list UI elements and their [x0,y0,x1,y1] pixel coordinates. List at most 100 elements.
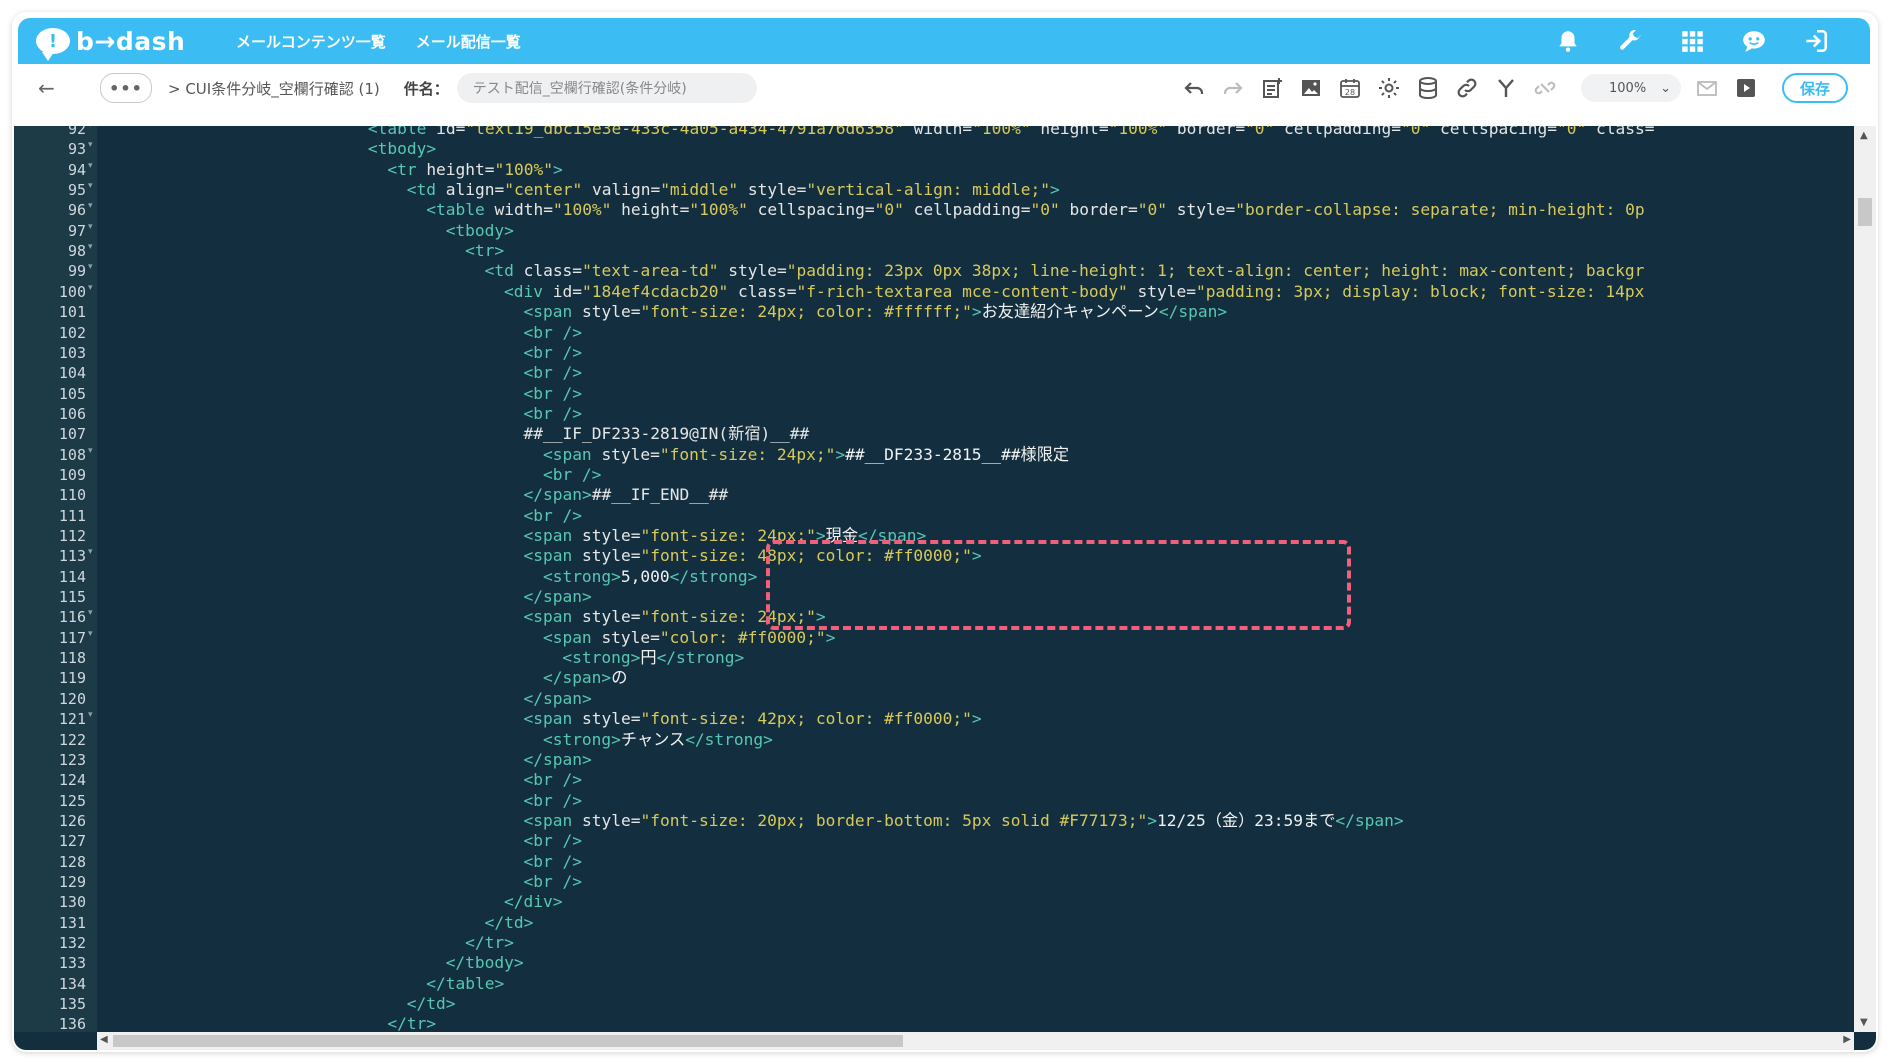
logout-icon[interactable] [1802,27,1830,55]
nav-mail-delivery[interactable]: メール配信一覧 [416,31,521,52]
scroll-left-icon[interactable]: ◀ [100,1034,108,1045]
bell-icon[interactable] [1554,27,1582,55]
code-line[interactable]: <br /> [524,852,582,872]
code-line[interactable]: <div id="184ef4cdacb20" class="f-rich-te… [504,282,1644,302]
code-token: <span [523,302,582,322]
code-line[interactable]: <table id="text19_dbc15e3e-433c-4a05-a43… [368,126,1655,139]
fold-toggle-icon[interactable]: ▾ [88,181,93,191]
mail-icon[interactable] [1694,75,1720,101]
code-line[interactable]: <tbody> [368,139,436,159]
database-icon[interactable] [1415,75,1441,101]
code-line[interactable]: </span> [524,689,592,709]
code-token: style= [1127,281,1197,301]
vertical-scroll-thumb[interactable] [1858,198,1872,226]
code-line[interactable]: <span style="font-size: 24px;"> [524,607,826,627]
wrench-icon[interactable] [1616,27,1644,55]
add-content-icon[interactable] [1259,75,1285,101]
code-line[interactable]: <tbody> [446,221,514,241]
gear-icon[interactable] [1376,75,1402,101]
link-icon[interactable] [1454,75,1480,101]
back-arrow-icon[interactable]: ← [38,76,60,100]
code-line[interactable]: <br /> [524,404,582,424]
code-line[interactable]: <strong>円</strong> [562,648,744,668]
code-line[interactable]: </div> [504,892,562,912]
fold-toggle-icon[interactable]: ▾ [88,161,93,171]
unlink-icon[interactable] [1532,75,1558,101]
fold-toggle-icon[interactable]: ▾ [88,446,93,456]
fold-toggle-icon[interactable]: ▾ [88,126,93,130]
code-line[interactable]: <tr height="100%"> [387,160,562,180]
image-icon[interactable] [1298,75,1324,101]
horizontal-scrollbar[interactable]: ◀ ▶ [97,1032,1854,1050]
fold-toggle-icon[interactable]: ▾ [88,262,93,272]
code-line[interactable]: <span style="font-size: 24px;">##__DF233… [543,445,1069,465]
code-token: "0" [1030,200,1060,220]
code-line[interactable]: <td align="center" valign="middle" style… [407,180,1060,200]
logo[interactable]: ! b→dash [36,27,206,61]
code-token: お友達紹介キャンペーン [981,302,1159,322]
vertical-scrollbar[interactable]: ▲ ▼ [1854,126,1876,1032]
code-line[interactable]: <span style="font-size: 24px; color: #ff… [524,302,1228,322]
code-line[interactable]: </tr> [387,1014,436,1032]
code-line[interactable]: <span style="color: #ff0000;"> [543,628,835,648]
fold-toggle-icon[interactable]: ▾ [88,140,93,150]
code-content[interactable]: <table id="text19_dbc15e3e-433c-4a05-a43… [97,126,1846,1032]
zoom-select[interactable]: 100% ⌄ [1581,74,1681,102]
code-line[interactable]: <br /> [524,831,582,851]
code-line[interactable]: </span> [524,750,592,770]
save-button[interactable]: 保存 [1782,73,1848,103]
fold-toggle-icon[interactable]: ▾ [88,629,93,639]
code-line[interactable]: <br /> [524,323,582,343]
scroll-right-icon[interactable]: ▶ [1843,1034,1851,1045]
code-line[interactable]: <table width="100%" height="100%" cellsp… [426,200,1644,220]
code-line[interactable]: </td> [485,913,534,933]
code-line[interactable]: <span style="font-size: 42px; color: #ff… [524,709,982,729]
code-line[interactable]: </span>##__IF_END__## [524,485,729,505]
code-line[interactable]: <br /> [524,770,582,790]
code-line[interactable]: <br /> [524,791,582,811]
code-line[interactable]: <strong>5,000</strong> [543,567,757,587]
code-line[interactable]: </span>の [543,668,627,688]
code-line[interactable]: <tr> [465,241,504,261]
subject-input[interactable] [456,73,757,103]
code-line[interactable]: <strong>チャンス</strong> [543,730,773,750]
nav-mail-contents[interactable]: メールコンテンツ一覧 [236,31,386,52]
scroll-up-icon[interactable]: ▲ [1860,130,1868,141]
calendar-icon[interactable]: 28 [1337,75,1363,101]
code-line[interactable]: <br /> [524,872,582,892]
fold-toggle-icon[interactable]: ▾ [88,710,93,720]
line-number: 112 [58,527,86,545]
support-chat-icon[interactable] [1740,27,1768,55]
code-line[interactable]: <span style="font-size: 20px; border-bot… [524,811,1404,831]
fold-toggle-icon[interactable]: ▾ [88,242,93,252]
code-line[interactable]: <td class="text-area-td" style="padding:… [485,261,1645,281]
branch-icon[interactable] [1493,75,1519,101]
code-line[interactable]: </table> [426,974,504,994]
fold-toggle-icon[interactable]: ▾ [88,201,93,211]
undo-icon[interactable] [1181,75,1207,101]
code-editor[interactable]: 92▾93▾94▾95▾96▾97▾98▾99▾100▾101102103104… [14,126,1876,1050]
code-line[interactable]: <br /> [524,384,582,404]
code-line[interactable]: </tbody> [446,953,524,973]
code-line[interactable]: </td> [407,994,456,1014]
code-line[interactable]: </tr> [465,933,514,953]
fold-toggle-icon[interactable]: ▾ [88,608,93,618]
code-token: </strong> [685,729,773,749]
code-line[interactable]: </span> [524,587,592,607]
grid-icon[interactable] [1678,27,1706,55]
code-line[interactable]: <br /> [524,343,582,363]
fold-toggle-icon[interactable]: ▾ [88,547,93,557]
code-line[interactable]: <br /> [543,465,601,485]
code-line[interactable]: <br /> [524,506,582,526]
code-line[interactable]: <br /> [524,363,582,383]
fold-toggle-icon[interactable]: ▾ [88,283,93,293]
code-line[interactable]: ##__IF_DF233-2819@IN(新宿)__## [524,424,810,444]
horizontal-scroll-thumb[interactable] [113,1035,903,1047]
code-line[interactable]: <span style="font-size: 48px; color: #ff… [524,546,982,566]
preview-icon[interactable] [1733,75,1759,101]
more-button[interactable]: ••• [100,73,152,103]
fold-toggle-icon[interactable]: ▾ [88,222,93,232]
scroll-down-icon[interactable]: ▼ [1860,1017,1868,1028]
redo-icon[interactable] [1220,75,1246,101]
code-line[interactable]: <span style="font-size: 24px;">現金</span> [524,526,927,546]
